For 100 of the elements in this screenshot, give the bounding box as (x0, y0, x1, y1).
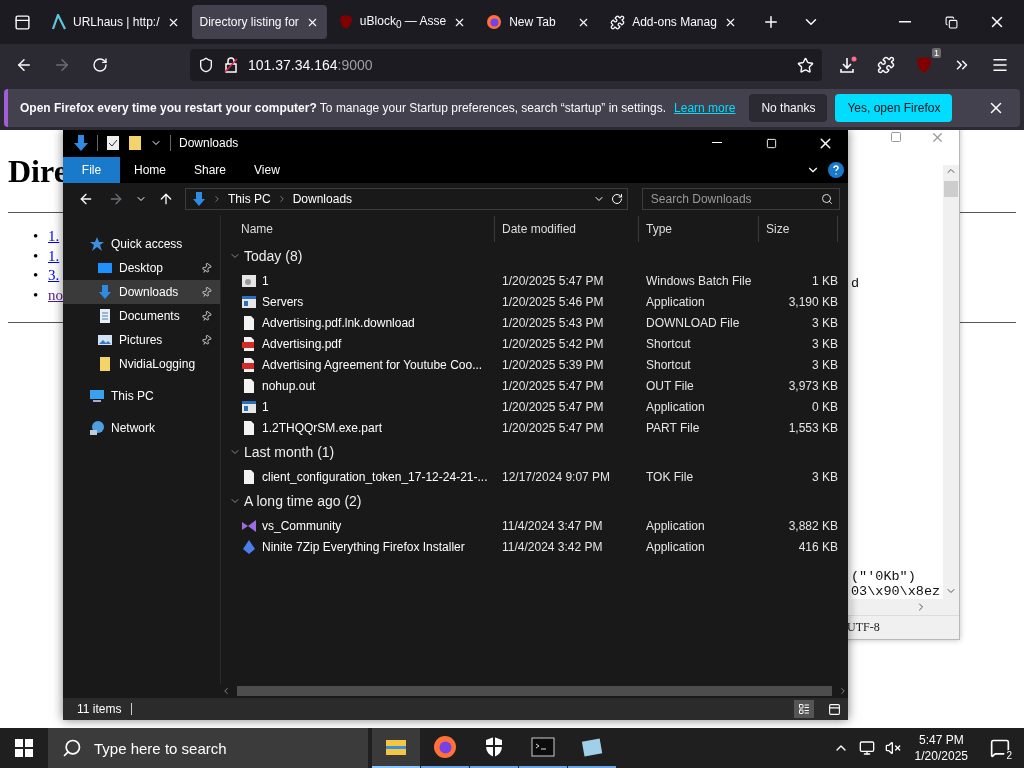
size-cell-text: 3 KB (811, 469, 838, 484)
browser-tab[interactable]: New Tab (478, 5, 599, 39)
size-cell-text: 3,190 KB (787, 294, 838, 309)
column-header[interactable]: Type (639, 216, 759, 242)
file-name[interactable]: 1.2THQQrSM.exe.part (262, 420, 383, 435)
date-cell-text: 1/20/2025 5:39 PM (501, 357, 605, 372)
file-icon (241, 314, 257, 331)
nav-item[interactable]: This PC (63, 384, 220, 408)
file-link[interactable]: 1. (48, 246, 60, 266)
search-field[interactable]: Search Downloads (641, 188, 840, 210)
clock[interactable]: 5:47 PM 1/20/2025 (910, 732, 972, 764)
nav-item[interactable]: Quick access (63, 232, 220, 256)
type-cell-text: Application (645, 399, 706, 414)
forward-arrow-icon (53, 56, 71, 74)
address-bar[interactable]: This PC Downloads (185, 188, 628, 210)
nav-item[interactable]: NvidiaLogging (63, 352, 220, 376)
dismiss-button[interactable]: No thanks (749, 94, 828, 122)
ribbon-tab[interactable]: View (240, 157, 294, 183)
bullet: • (33, 246, 40, 266)
details-view-button[interactable] (794, 700, 814, 718)
file-name[interactable]: nohup.out (262, 378, 316, 393)
nav-item[interactable]: Network (63, 416, 220, 440)
column-header[interactable]: Size (759, 216, 838, 242)
lock-icon[interactable] (224, 57, 238, 73)
taskbar-search-field[interactable]: Type here to search (48, 728, 368, 768)
column-header[interactable]: Name (241, 216, 495, 242)
file-name[interactable]: 1 (262, 273, 269, 288)
learn-more-link[interactable]: Learn more (674, 101, 736, 115)
ribbon-tab[interactable]: File (63, 157, 120, 183)
back-arrow-icon (78, 191, 94, 207)
type-cell-text: DOWNLOAD File (645, 315, 741, 330)
ublock-button[interactable]: 1 (906, 49, 942, 81)
breadcrumb-item[interactable]: This PC (228, 192, 271, 206)
bookmark-star-icon[interactable] (797, 56, 814, 74)
column-header[interactable]: Date modified (495, 216, 639, 242)
tab-title: URLhaus | http:/ (73, 15, 160, 29)
url-text: 101.37.34.164:9000 (248, 57, 374, 73)
date-cell-text: 12/17/2024 9:07 PM (501, 469, 612, 484)
bullet: • (33, 285, 40, 305)
folder-icon (97, 356, 113, 372)
type-cell-text: Application (645, 294, 706, 309)
browser-tab[interactable]: uBlock$_{0}$ — Asse (330, 5, 475, 39)
browser-tab[interactable]: URLhaus | http:/ (44, 5, 188, 39)
file-name[interactable]: Servers (262, 294, 304, 309)
file-icon (241, 468, 257, 485)
application-icon (241, 293, 257, 310)
ribbon-tab[interactable]: Share (180, 157, 241, 183)
date-cell-text: 1/20/2025 5:47 PM (501, 378, 605, 393)
properties-icon[interactable] (106, 135, 120, 151)
nav-item[interactable]: Pictures (63, 328, 220, 352)
desktop-icon (97, 260, 113, 276)
application-icon (241, 398, 257, 415)
file-link[interactable]: 3. (48, 266, 60, 286)
scroll-left-icon (221, 686, 231, 696)
batch-file-icon (241, 272, 257, 289)
menu-icon (991, 56, 1009, 74)
file-name[interactable]: client_configuration_token_17-12-24-21-... (262, 469, 488, 484)
url-field[interactable]: 101.37.34.164:9000 (190, 49, 822, 81)
maximize-icon[interactable] (890, 131, 902, 143)
nav-item[interactable]: Desktop (63, 256, 220, 280)
size-cell-text: 1 KB (811, 273, 838, 288)
file-link[interactable]: no (48, 285, 63, 305)
file-name[interactable]: Advertising.pdf.lnk.download (262, 315, 415, 330)
restore-icon (944, 15, 958, 29)
size-cell-text: 3 KB (811, 315, 838, 330)
file-name[interactable]: Advertising Agreement for Youtube Coo... (262, 357, 483, 372)
file-name[interactable]: Advertising.pdf (262, 336, 342, 351)
folder-icon[interactable] (128, 135, 142, 151)
ribbon-tab[interactable]: Home (120, 157, 180, 183)
notifications-button[interactable]: 2 (982, 728, 1018, 768)
file-name[interactable]: Ninite 7Zip Everything Firefox Installer (262, 539, 465, 554)
type-cell-text: Windows Batch File (645, 273, 753, 288)
list-icon (798, 703, 810, 715)
shield-icon[interactable] (198, 57, 214, 73)
network-icon[interactable] (858, 740, 875, 756)
date-cell-text: 1/20/2025 5:42 PM (501, 336, 605, 351)
help-icon[interactable] (828, 162, 844, 178)
volume-muted-icon[interactable] (884, 740, 901, 756)
type-cell-text: TOK File (645, 469, 695, 484)
browser-tab[interactable]: Add-ons Manag (602, 5, 745, 39)
nav-item[interactable]: Downloads (63, 280, 220, 304)
puzzle-icon (877, 56, 895, 74)
scroll-thumb[interactable] (944, 181, 958, 197)
taskbar-app-button[interactable] (372, 728, 420, 768)
text-line: 03\x90\x8ez (851, 584, 942, 599)
nav-item[interactable]: Documents (63, 304, 220, 328)
refresh-icon[interactable] (610, 193, 623, 205)
type-cell-text: Shortcut (645, 357, 692, 372)
scrollbar[interactable] (943, 165, 959, 615)
confirm-button[interactable]: Yes, open Firefox (835, 94, 953, 122)
browser-tab[interactable]: Directory listing for (191, 5, 327, 39)
pdf-shortcut-icon (241, 356, 257, 373)
visual-studio-icon (241, 517, 257, 534)
file-name[interactable]: vs_Community (262, 518, 342, 533)
file-icon (241, 419, 257, 436)
breadcrumb-item[interactable]: Downloads (292, 192, 353, 206)
file-link[interactable]: 1. (48, 227, 60, 247)
lambda-icon (52, 14, 66, 30)
file-name[interactable]: 1 (262, 399, 269, 414)
horizontal-scrollbar[interactable] (221, 684, 848, 698)
